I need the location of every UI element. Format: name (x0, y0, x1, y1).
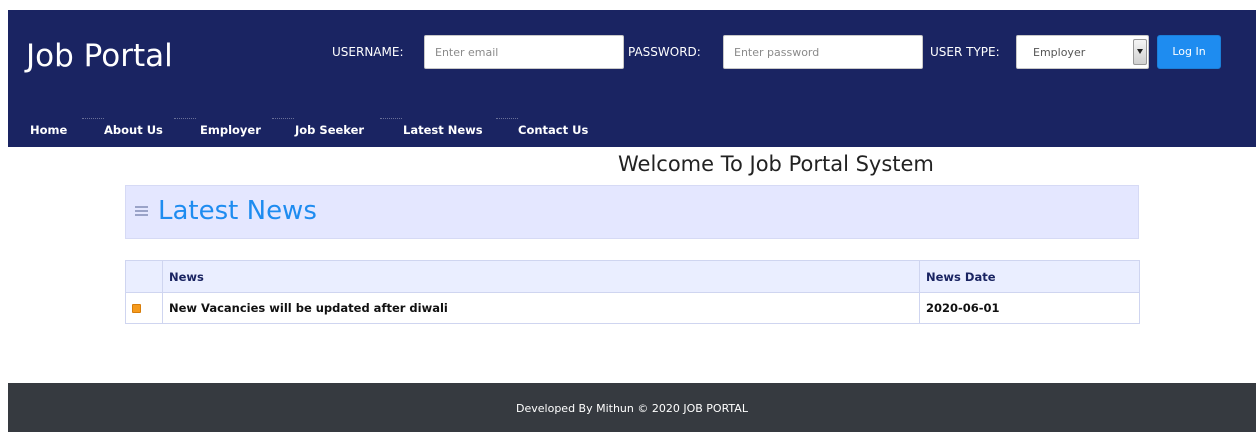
nav-item-job-seeker[interactable]: Job Seeker (295, 123, 364, 137)
nav-divider (272, 118, 294, 125)
nav-divider (82, 118, 104, 125)
table-header-row: News News Date (125, 260, 1140, 293)
icon-column-header (125, 260, 163, 293)
nav-item-contact-us[interactable]: Contact Us (518, 123, 588, 137)
username-label: USERNAME: (332, 45, 404, 59)
password-label: PASSWORD: (628, 45, 701, 59)
user-type-label: USER TYPE: (930, 45, 1000, 59)
chevron-down-icon[interactable] (1133, 39, 1147, 65)
menu-lines-icon (135, 206, 148, 216)
nav-divider (496, 118, 518, 125)
news-cell[interactable]: New Vacancies will be updated after diwa… (162, 292, 920, 324)
news-date-cell: 2020-06-01 (919, 292, 1140, 324)
nav-divider (380, 118, 402, 125)
header: Job Portal USERNAME: PASSWORD: USER TYPE… (8, 10, 1256, 147)
username-input[interactable] (424, 35, 624, 69)
nav-item-home[interactable]: Home (30, 123, 67, 137)
nav-item-latest-news[interactable]: Latest News (403, 123, 483, 137)
section-title: Latest News (158, 196, 317, 226)
user-type-select[interactable]: Employer (1016, 35, 1149, 69)
page-title: Welcome To Job Portal System (618, 152, 934, 176)
login-button[interactable]: Log In (1157, 35, 1221, 69)
footer: Developed By Mithun © 2020 JOB PORTAL (8, 383, 1256, 432)
login-form: USERNAME: PASSWORD: USER TYPE: Employer … (8, 35, 1256, 71)
nav-item-employer[interactable]: Employer (200, 123, 261, 137)
footer-text: Developed By Mithun © 2020 JOB PORTAL (516, 402, 748, 415)
row-icon-cell (125, 292, 163, 324)
latest-news-panel: Latest News (125, 185, 1139, 239)
password-input[interactable] (723, 35, 923, 69)
user-type-value: Employer (1033, 46, 1086, 59)
main-nav: Home About Us Employer Job Seeker Latest… (8, 118, 628, 147)
column-header-news-date: News Date (919, 260, 1140, 293)
column-header-news: News (162, 260, 920, 293)
table-row[interactable]: New Vacancies will be updated after diwa… (125, 292, 1140, 324)
nav-item-about-us[interactable]: About Us (104, 123, 163, 137)
news-table: News News Date New Vacancies will be upd… (125, 260, 1140, 324)
nav-divider (174, 118, 196, 125)
news-bullet-icon (132, 304, 141, 313)
